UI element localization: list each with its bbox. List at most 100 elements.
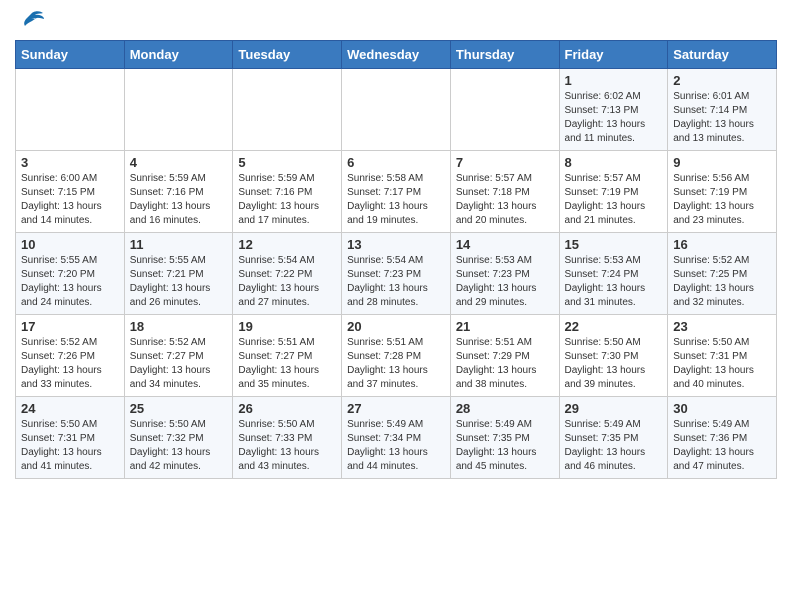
- calendar-day-cell: [342, 69, 451, 151]
- calendar-day-cell: 9 Sunrise: 5:56 AM Sunset: 7:19 PM Daylig…: [668, 151, 777, 233]
- calendar-day-cell: 25Sunrise: 5:50 AM Sunset: 7:32 PM Dayli…: [124, 397, 233, 479]
- day-info: Sunrise: 5:50 AM Sunset: 7:31 PM Dayligh…: [673, 336, 771, 392]
- day-number: 17: [21, 319, 119, 334]
- calendar-day-cell: 16 Sunrise: 5:52 AM Sunset: 7:25 PM Dayli…: [668, 233, 777, 315]
- day-number: 22: [565, 319, 663, 334]
- calendar-day-cell: 13 Sunrise: 5:54 AM Sunset: 7:23 PM Dayli…: [342, 233, 451, 315]
- day-info: Sunrise: 5:59 AM Sunset: 7:16 PM Dayligh…: [130, 172, 228, 228]
- calendar-day-cell: [233, 69, 342, 151]
- page-container: SundayMondayTuesdayWednesdayThursdayFrid…: [0, 0, 792, 489]
- calendar-day-cell: 19 Sunrise: 5:51 AM Sunset: 7:27 PM Dayli…: [233, 315, 342, 397]
- day-number: 10: [21, 237, 119, 252]
- day-number: 5: [238, 155, 336, 170]
- day-number: 20: [347, 319, 445, 334]
- day-number: 24: [21, 401, 119, 416]
- calendar-day-cell: 22 Sunrise: 5:50 AM Sunset: 7:30 PM Dayli…: [559, 315, 668, 397]
- calendar-day-cell: 7 Sunrise: 5:57 AM Sunset: 7:18 PM Daylig…: [450, 151, 559, 233]
- calendar-day-cell: 14 Sunrise: 5:53 AM Sunset: 7:23 PM Dayli…: [450, 233, 559, 315]
- calendar-day-cell: 17 Sunrise: 5:52 AM Sunset: 7:26 PM Dayli…: [16, 315, 125, 397]
- day-info: Sunrise: 5:51 AM Sunset: 7:29 PM Dayligh…: [456, 336, 554, 392]
- day-info: Sunrise: 5:50 AM Sunset: 7:33 PM Dayligh…: [238, 418, 336, 474]
- calendar-day-cell: 6 Sunrise: 5:58 AM Sunset: 7:17 PM Daylig…: [342, 151, 451, 233]
- calendar-week-row: 10 Sunrise: 5:55 AM Sunset: 7:20 PM Dayli…: [16, 233, 777, 315]
- day-info: Sunrise: 5:53 AM Sunset: 7:23 PM Dayligh…: [456, 254, 554, 310]
- day-number: 19: [238, 319, 336, 334]
- day-info: Sunrise: 5:52 AM Sunset: 7:27 PM Dayligh…: [130, 336, 228, 392]
- calendar-day-cell: 4 Sunrise: 5:59 AM Sunset: 7:16 PM Daylig…: [124, 151, 233, 233]
- day-info: Sunrise: 5:53 AM Sunset: 7:24 PM Dayligh…: [565, 254, 663, 310]
- calendar-day-cell: 30 Sunrise: 5:49 AM Sunset: 7:36 PM Dayli…: [668, 397, 777, 479]
- day-info: Sunrise: 6:01 AM Sunset: 7:14 PM Dayligh…: [673, 90, 771, 146]
- calendar-day-cell: 21 Sunrise: 5:51 AM Sunset: 7:29 PM Dayli…: [450, 315, 559, 397]
- day-number: 11: [130, 237, 228, 252]
- weekday-header: Thursday: [450, 41, 559, 69]
- calendar-week-row: 3Sunrise: 6:00 AM Sunset: 7:15 PM Daylig…: [16, 151, 777, 233]
- day-info: Sunrise: 5:50 AM Sunset: 7:30 PM Dayligh…: [565, 336, 663, 392]
- calendar-day-cell: 23 Sunrise: 5:50 AM Sunset: 7:31 PM Dayli…: [668, 315, 777, 397]
- weekday-header: Monday: [124, 41, 233, 69]
- day-info: Sunrise: 5:51 AM Sunset: 7:28 PM Dayligh…: [347, 336, 445, 392]
- day-info: Sunrise: 5:55 AM Sunset: 7:21 PM Dayligh…: [130, 254, 228, 310]
- day-info: Sunrise: 5:49 AM Sunset: 7:36 PM Dayligh…: [673, 418, 771, 474]
- calendar-day-cell: 18 Sunrise: 5:52 AM Sunset: 7:27 PM Dayli…: [124, 315, 233, 397]
- calendar-week-row: 17 Sunrise: 5:52 AM Sunset: 7:26 PM Dayli…: [16, 315, 777, 397]
- calendar-day-cell: 28 Sunrise: 5:49 AM Sunset: 7:35 PM Dayli…: [450, 397, 559, 479]
- day-number: 4: [130, 155, 228, 170]
- calendar-day-cell: 1Sunrise: 6:02 AM Sunset: 7:13 PM Daylig…: [559, 69, 668, 151]
- calendar-day-cell: 10 Sunrise: 5:55 AM Sunset: 7:20 PM Dayli…: [16, 233, 125, 315]
- day-info: Sunrise: 5:51 AM Sunset: 7:27 PM Dayligh…: [238, 336, 336, 392]
- logo-bird-icon: [17, 10, 45, 32]
- day-number: 30: [673, 401, 771, 416]
- calendar-day-cell: 3Sunrise: 6:00 AM Sunset: 7:15 PM Daylig…: [16, 151, 125, 233]
- day-info: Sunrise: 5:55 AM Sunset: 7:20 PM Dayligh…: [21, 254, 119, 310]
- day-info: Sunrise: 5:50 AM Sunset: 7:32 PM Dayligh…: [130, 418, 228, 474]
- day-info: Sunrise: 5:52 AM Sunset: 7:26 PM Dayligh…: [21, 336, 119, 392]
- weekday-header: Tuesday: [233, 41, 342, 69]
- day-info: Sunrise: 5:50 AM Sunset: 7:31 PM Dayligh…: [21, 418, 119, 474]
- day-number: 21: [456, 319, 554, 334]
- weekday-header: Wednesday: [342, 41, 451, 69]
- logo: [15, 10, 45, 32]
- day-number: 9: [673, 155, 771, 170]
- calendar-day-cell: 2Sunrise: 6:01 AM Sunset: 7:14 PM Daylig…: [668, 69, 777, 151]
- day-info: Sunrise: 5:49 AM Sunset: 7:34 PM Dayligh…: [347, 418, 445, 474]
- day-number: 6: [347, 155, 445, 170]
- day-number: 3: [21, 155, 119, 170]
- calendar-day-cell: 8 Sunrise: 5:57 AM Sunset: 7:19 PM Daylig…: [559, 151, 668, 233]
- day-info: Sunrise: 5:54 AM Sunset: 7:23 PM Dayligh…: [347, 254, 445, 310]
- day-info: Sunrise: 5:49 AM Sunset: 7:35 PM Dayligh…: [456, 418, 554, 474]
- calendar-day-cell: 20 Sunrise: 5:51 AM Sunset: 7:28 PM Dayli…: [342, 315, 451, 397]
- day-number: 7: [456, 155, 554, 170]
- calendar-day-cell: 11 Sunrise: 5:55 AM Sunset: 7:21 PM Dayli…: [124, 233, 233, 315]
- calendar-day-cell: 29Sunrise: 5:49 AM Sunset: 7:35 PM Dayli…: [559, 397, 668, 479]
- day-number: 26: [238, 401, 336, 416]
- day-number: 14: [456, 237, 554, 252]
- weekday-header: Friday: [559, 41, 668, 69]
- calendar-day-cell: 27 Sunrise: 5:49 AM Sunset: 7:34 PM Dayli…: [342, 397, 451, 479]
- day-info: Sunrise: 5:57 AM Sunset: 7:18 PM Dayligh…: [456, 172, 554, 228]
- day-info: Sunrise: 5:56 AM Sunset: 7:19 PM Dayligh…: [673, 172, 771, 228]
- day-number: 23: [673, 319, 771, 334]
- weekday-header: Saturday: [668, 41, 777, 69]
- day-info: Sunrise: 5:52 AM Sunset: 7:25 PM Dayligh…: [673, 254, 771, 310]
- day-number: 29: [565, 401, 663, 416]
- day-number: 27: [347, 401, 445, 416]
- calendar-day-cell: 15Sunrise: 5:53 AM Sunset: 7:24 PM Dayli…: [559, 233, 668, 315]
- calendar-header-row: SundayMondayTuesdayWednesdayThursdayFrid…: [16, 41, 777, 69]
- calendar-day-cell: [124, 69, 233, 151]
- calendar-table: SundayMondayTuesdayWednesdayThursdayFrid…: [15, 40, 777, 479]
- day-number: 13: [347, 237, 445, 252]
- day-info: Sunrise: 5:54 AM Sunset: 7:22 PM Dayligh…: [238, 254, 336, 310]
- day-number: 18: [130, 319, 228, 334]
- day-number: 28: [456, 401, 554, 416]
- calendar-day-cell: 5Sunrise: 5:59 AM Sunset: 7:16 PM Daylig…: [233, 151, 342, 233]
- calendar-week-row: 1Sunrise: 6:02 AM Sunset: 7:13 PM Daylig…: [16, 69, 777, 151]
- day-info: Sunrise: 5:58 AM Sunset: 7:17 PM Dayligh…: [347, 172, 445, 228]
- day-number: 16: [673, 237, 771, 252]
- day-number: 8: [565, 155, 663, 170]
- day-info: Sunrise: 5:57 AM Sunset: 7:19 PM Dayligh…: [565, 172, 663, 228]
- day-number: 1: [565, 73, 663, 88]
- calendar-day-cell: [16, 69, 125, 151]
- header: [15, 10, 777, 32]
- calendar-week-row: 24 Sunrise: 5:50 AM Sunset: 7:31 PM Dayli…: [16, 397, 777, 479]
